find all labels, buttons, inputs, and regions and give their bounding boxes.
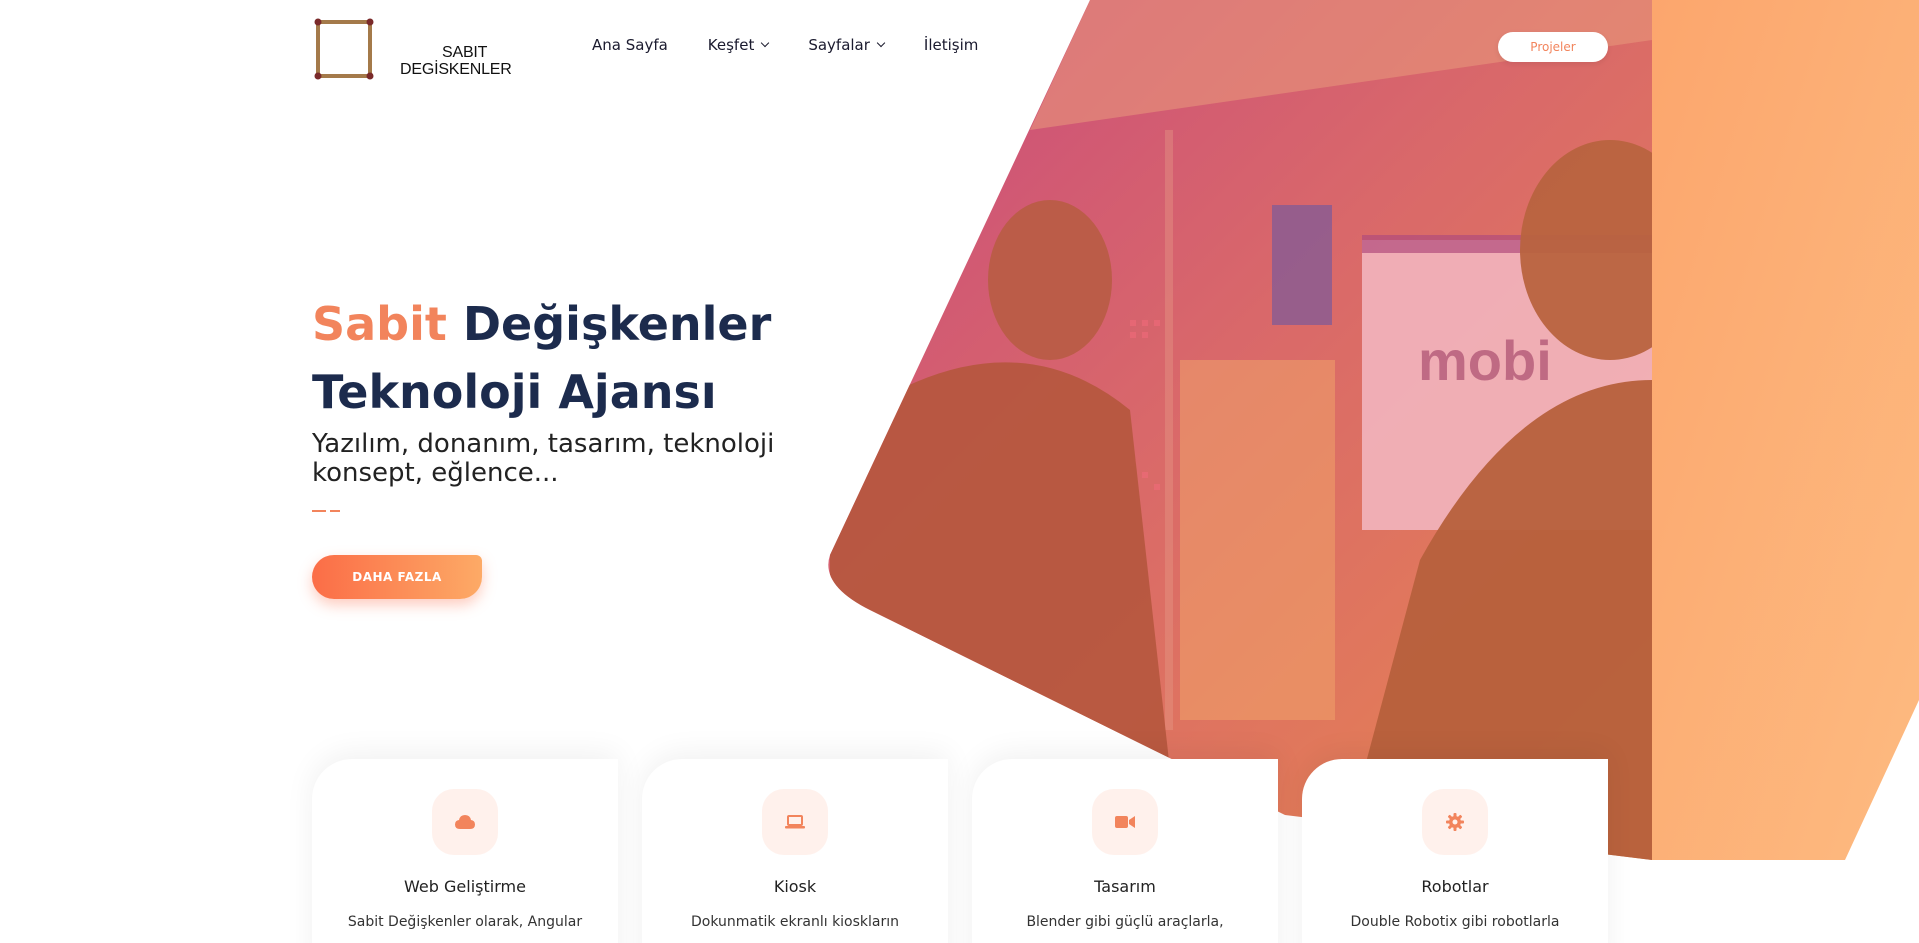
svg-text:mobi: mobi bbox=[1418, 329, 1552, 392]
logo-wordmark: SABIT DEGİSKENLER bbox=[384, 44, 512, 78]
logo-line-2: DEGİSKENLER bbox=[400, 61, 512, 78]
hero-title: Sabit Değişkenler Teknoloji Ajansı bbox=[312, 290, 812, 426]
cloud-icon bbox=[432, 789, 498, 855]
projects-button[interactable]: Projeler bbox=[1498, 32, 1608, 62]
main-nav: Ana Sayfa Keşfet Sayfalar İletişim bbox=[592, 36, 978, 54]
service-desc: Blender gibi güçlü araçlarla, bbox=[1026, 914, 1224, 930]
service-card-kiosk[interactable]: Kiosk Dokunmatik ekranlı kioskların bbox=[642, 759, 948, 943]
laptop-icon bbox=[762, 789, 828, 855]
hero-subtitle: Yazılım, donanım, tasarım, teknoloji kon… bbox=[312, 429, 775, 488]
service-desc: Dokunmatik ekranlı kioskların bbox=[690, 914, 900, 930]
nav-item-iletisim[interactable]: İletişim bbox=[924, 36, 978, 54]
hero-divider bbox=[312, 510, 340, 512]
service-cards: Web Geliştirme Sabit Değişkenler olarak,… bbox=[312, 759, 1608, 943]
hero-title-rest: Değişkenler bbox=[462, 297, 772, 351]
hero-title-line2: Teknoloji Ajansı bbox=[312, 365, 717, 419]
video-camera-icon bbox=[1092, 789, 1158, 855]
matchstick-frame-icon bbox=[314, 18, 374, 80]
nav-label: Sayfalar bbox=[808, 36, 870, 54]
service-card-web[interactable]: Web Geliştirme Sabit Değişkenler olarak,… bbox=[312, 759, 618, 943]
service-title: Kiosk bbox=[773, 877, 817, 896]
nav-label: İletişim bbox=[923, 36, 979, 54]
more-button[interactable]: DAHA FAZLA bbox=[312, 555, 482, 599]
nav-label: Ana Sayfa bbox=[592, 36, 668, 54]
gear-icon bbox=[1422, 789, 1488, 855]
nav-item-ana-sayfa[interactable]: Ana Sayfa bbox=[592, 36, 668, 54]
service-desc: Sabit Değişkenler olarak, Angular bbox=[347, 914, 583, 930]
nav-item-sayfalar[interactable]: Sayfalar bbox=[808, 36, 886, 54]
hero-title-accent: Sabit bbox=[312, 297, 447, 351]
service-title: Web Geliştirme bbox=[404, 877, 526, 896]
chevron-down-icon bbox=[876, 38, 886, 48]
service-title: Robotlar bbox=[1421, 877, 1489, 896]
service-card-tasarim[interactable]: Tasarım Blender gibi güçlü araçlarla, bbox=[972, 759, 1278, 943]
service-card-robotlar[interactable]: Robotlar Double Robotix gibi robotlarla bbox=[1302, 759, 1608, 943]
nav-item-kesfet[interactable]: Keşfet bbox=[707, 36, 770, 54]
site-logo[interactable]: SABIT DEGİSKENLER bbox=[314, 18, 512, 80]
chevron-down-icon bbox=[761, 38, 770, 48]
nav-label: Keşfet bbox=[707, 36, 755, 54]
hero-image: mobi bbox=[828, 0, 1919, 860]
logo-line-1: SABIT bbox=[442, 44, 488, 61]
service-desc: Double Robotix gibi robotlarla bbox=[1350, 914, 1560, 930]
service-title: Tasarım bbox=[1094, 877, 1156, 896]
